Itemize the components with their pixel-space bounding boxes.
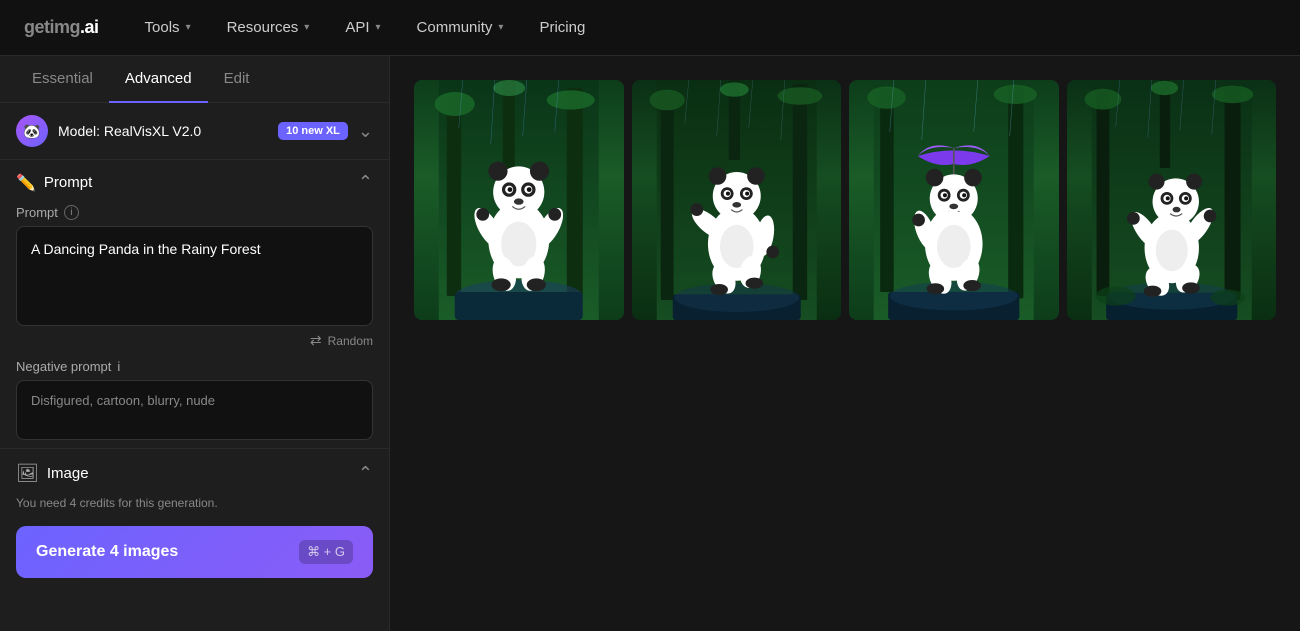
navbar: getimg.ai Tools ▾ Resources ▾ API ▾ Comm… [0,0,1300,56]
sidebar: Essential Advanced Edit 🐼 Model: RealVis… [0,56,390,631]
model-selector[interactable]: 🐼 Model: RealVisXL V2.0 10 new XL ⌄ [0,103,389,160]
image-section-title: 🖼 Image [16,463,89,484]
pencil-icon: ✏️ [16,173,36,193]
nav-pricing-label: Pricing [539,19,585,36]
nav-community-label: Community [417,19,493,36]
nav-tools-chevron: ▾ [186,22,191,33]
generate-button[interactable]: Generate 4 images ⌘ + G [16,526,373,578]
model-label: Model: RealVisXL V2.0 [58,123,268,139]
model-badge: 10 new XL [278,122,348,140]
logo[interactable]: getimg.ai [24,17,99,38]
credits-info: You need 4 credits for this generation. [0,492,389,518]
generate-label: Generate 4 images [36,543,178,561]
negative-prompt-textarea[interactable] [16,380,373,440]
tab-bar: Essential Advanced Edit [0,56,389,103]
tab-essential[interactable]: Essential [16,56,109,103]
nav-api-label: API [345,19,369,36]
generated-image-4[interactable] [1067,80,1277,320]
main-content: Essential Advanced Edit 🐼 Model: RealVis… [0,56,1300,631]
negative-prompt-label: Negative prompt i [0,355,389,380]
nav-community-chevron: ▾ [498,22,503,33]
prompt-section-header[interactable]: ✏️ Prompt ⌃ [0,160,389,201]
generate-shortcut: ⌘ + G [299,540,353,564]
prompt-field-label: Prompt i [0,201,389,226]
model-chevron-icon: ⌄ [358,121,373,142]
generated-image-3[interactable] [849,80,1059,320]
random-button[interactable]: ⇄ Random [0,326,389,355]
generated-image-2[interactable] [632,80,842,320]
tab-advanced[interactable]: Advanced [109,56,208,103]
neg-prompt-info-icon[interactable]: i [117,359,120,374]
nav-tools-label: Tools [145,19,180,36]
nav-api-chevron: ▾ [376,22,381,33]
prompt-info-icon[interactable]: i [64,205,79,220]
image-gallery [390,56,1300,631]
image-icon: 🖼 [16,463,39,484]
nav-api[interactable]: API ▾ [331,11,394,44]
nav-tools[interactable]: Tools ▾ [131,11,205,44]
image-section-collapse-icon: ⌃ [358,463,373,484]
image-section-header[interactable]: 🖼 Image ⌃ [0,448,389,492]
prompt-section-title: ✏️ Prompt [16,173,92,193]
random-icon: ⇄ [310,332,322,349]
nav-community[interactable]: Community ▾ [403,11,518,44]
model-avatar: 🐼 [16,115,48,147]
nav-resources-label: Resources [227,19,299,36]
nav-resources[interactable]: Resources ▾ [213,11,324,44]
nav-resources-chevron: ▾ [304,22,309,33]
prompt-textarea[interactable] [16,226,373,326]
tab-edit[interactable]: Edit [208,56,266,103]
generated-image-1[interactable] [414,80,624,320]
nav-pricing[interactable]: Pricing [525,11,599,44]
prompt-collapse-icon: ⌃ [358,172,373,193]
